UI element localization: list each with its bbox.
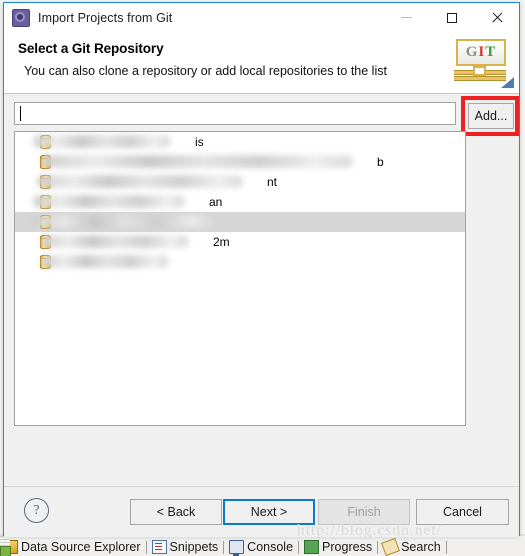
repository-label: nt — [267, 175, 278, 189]
next-button[interactable]: Next > — [223, 499, 315, 525]
tab-search[interactable]: Search — [380, 538, 444, 556]
close-button[interactable] — [474, 3, 519, 32]
minimize-button[interactable] — [384, 3, 429, 32]
tab-console[interactable]: Console — [226, 540, 296, 556]
repository-list-item[interactable]: b — [15, 152, 465, 172]
repository-list-item[interactable]: 2m — [15, 232, 465, 252]
repository-list-item[interactable]: is — [15, 132, 465, 152]
text-caret — [20, 106, 22, 121]
repository-icon — [40, 135, 51, 149]
repository-list[interactable]: is b nt an 2m — [14, 131, 466, 426]
page-subtitle: You can also clone a repository or add l… — [24, 64, 387, 78]
console-icon — [229, 540, 245, 556]
page-title: Select a Git Repository — [18, 41, 164, 56]
tab-separator — [298, 540, 300, 554]
git-logo-corner — [501, 77, 514, 88]
tab-label: Progress — [322, 540, 373, 554]
repository-icon — [40, 235, 51, 249]
tab-separator — [145, 540, 147, 554]
wizard-header: Select a Git Repository You can also clo… — [4, 32, 519, 94]
git-logo-letter-t: T — [485, 44, 497, 60]
repository-label: b — [377, 155, 384, 169]
repository-icon — [40, 155, 51, 169]
redaction-mask — [41, 255, 169, 268]
tab-label: Console — [247, 540, 294, 554]
cancel-button[interactable]: Cancel — [416, 499, 509, 525]
repository-list-item[interactable] — [15, 252, 465, 272]
git-logo-stand — [473, 66, 486, 76]
repository-filter-input[interactable] — [14, 102, 456, 125]
repository-icon — [40, 195, 51, 209]
tab-data-source-explorer[interactable]: Data Source Explorer — [0, 540, 144, 554]
git-logo-board: GIT — [456, 39, 506, 66]
tab-separator — [445, 540, 447, 554]
tab-separator — [223, 540, 225, 554]
repository-label: an — [209, 195, 223, 209]
eclipse-wizard-icon — [12, 8, 30, 27]
repository-icon — [40, 175, 51, 189]
tab-progress[interactable]: Progress — [301, 540, 375, 554]
tab-label: Data Source Explorer — [21, 540, 141, 554]
minimize-icon — [401, 17, 412, 18]
back-button[interactable]: < Back — [130, 499, 222, 525]
redaction-mask — [31, 215, 213, 228]
finish-button: Finish — [318, 499, 410, 525]
help-icon[interactable]: ? — [24, 498, 49, 523]
git-logo-letter-g: G — [465, 44, 479, 60]
tab-separator — [377, 540, 379, 554]
maximize-icon — [446, 12, 457, 23]
repository-icon — [40, 255, 51, 269]
window-controls — [384, 3, 519, 32]
progress-icon — [304, 540, 320, 554]
git-logo-bar-bottom — [454, 76, 506, 81]
dialog-body: Add... is b nt an 2m — [4, 94, 519, 486]
ide-view-tabbar: Data Source Explorer Snippets Console Pr… — [0, 538, 525, 556]
dialog-titlebar: Import Projects from Git — [4, 3, 519, 32]
maximize-button[interactable] — [429, 3, 474, 32]
dialog-title: Import Projects from Git — [38, 10, 173, 25]
dialog-footer: ? < Back Next > Finish Cancel — [4, 486, 519, 537]
git-logo-letter-i: I — [478, 44, 486, 60]
close-icon — [491, 12, 503, 24]
repository-list-item[interactable] — [15, 212, 465, 232]
repository-label: 2m — [213, 235, 230, 249]
add-button[interactable]: Add... — [468, 103, 514, 129]
import-projects-dialog: Import Projects from Git Select a Git Re… — [3, 2, 520, 537]
tab-label: Search — [401, 540, 441, 554]
repository-list-item[interactable]: nt — [15, 172, 465, 192]
ide-status-marker — [0, 546, 11, 556]
tab-snippets[interactable]: Snippets — [149, 540, 222, 554]
repository-icon — [40, 215, 51, 229]
snippets-icon — [151, 540, 167, 554]
repository-list-item[interactable]: an — [15, 192, 465, 212]
tab-label: Snippets — [169, 540, 219, 554]
screen-root: Data Source Explorer Snippets Console Pr… — [0, 0, 525, 556]
search-icon — [381, 538, 401, 556]
repository-label: is — [195, 135, 204, 149]
git-logo-icon: GIT — [454, 37, 514, 89]
